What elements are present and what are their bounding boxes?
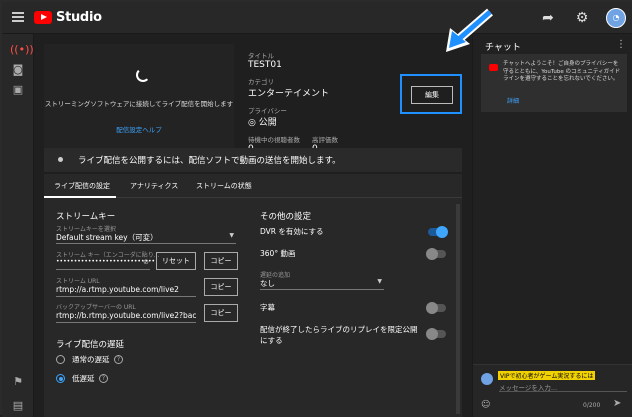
top-actions: ➦ ⚙ ◔ (538, 8, 626, 28)
waiting-viewers-label: 待機中の視聴者数 (248, 136, 300, 144)
youtube-logo-icon (489, 64, 498, 71)
stream-setup-help-link[interactable]: 配信設定ヘルプ (44, 124, 234, 134)
tab-stream-settings[interactable]: ライブ配信の設定 (54, 181, 110, 191)
chat-input-area: VIPで初心者がゲーム実況するには メッセージを入力... ☺ 0/200 ➤ (473, 364, 632, 417)
chat-char-count: 0/200 (583, 402, 601, 409)
youtube-logo-icon (34, 11, 52, 24)
left-rail: ((•)) ◙ ▣ ⚑ ▤ (2, 34, 34, 417)
copy-url-button[interactable]: コピー (204, 278, 238, 296)
tab-analytics[interactable]: アナリティクス (130, 181, 178, 191)
help-circle-icon[interactable]: ? (114, 355, 123, 364)
vr360-toggle[interactable] (426, 248, 446, 260)
notice-text: ライブ配信を公開するには、配信ソフトで動画の送信を開始します。 (78, 156, 341, 166)
feedback-icon[interactable]: ⚑ (10, 374, 26, 390)
active-tab-underline (44, 196, 116, 198)
preview-message: ストリーミングソフトウェアに接続してライブ配信を開始します (44, 100, 234, 108)
backup-url-field[interactable]: rtmp://b.rtmp.youtube.com/live2?backup=1 (56, 311, 196, 323)
app-frame: Studio ➦ ⚙ ◔ ((•)) ◙ ▣ ⚑ ▤ ストリーミングソフトウェア… (0, 0, 632, 417)
dropdown-arrow-icon: ▼ (229, 232, 234, 239)
vr360-label: 360° 動画 (260, 249, 296, 258)
tab-stream-health[interactable]: ストリームの状態 (196, 181, 252, 191)
tab-bar: ライブ配信の設定 アナリティクス ストリームの状態 (44, 174, 462, 198)
captions-toggle[interactable] (426, 302, 446, 314)
stream-url-label: ストリーム URL (56, 278, 100, 285)
stream-url-field[interactable]: rtmp://a.rtmp.youtube.com/live2 (56, 285, 196, 297)
replay-unlisted-label: 配信が終了したらライブのリプレイを限定公開にする (260, 325, 418, 345)
more-options-icon[interactable]: ⋮ (616, 39, 626, 50)
chat-title: チャット (485, 43, 521, 53)
publish-notice: ライブ配信を公開するには、配信ソフトで動画の送信を開始します。 (44, 148, 462, 172)
live-stream-icon[interactable]: ((•)) (10, 42, 34, 58)
chat-details-link[interactable]: 詳細 (507, 96, 519, 105)
calendar-icon[interactable]: ▣ (10, 82, 26, 98)
main-content: ストリーミングソフトウェアに接続してライブ配信を開始します 配信設定ヘルプ タイ… (34, 34, 472, 417)
latency-low-label: 低遅延 (72, 374, 95, 383)
help-circle-icon[interactable]: ? (99, 374, 108, 383)
dropdown-arrow-icon: ▼ (377, 278, 382, 285)
privacy-value: ◎ 公開 (248, 118, 277, 128)
loading-spinner-icon (136, 68, 150, 82)
copy-key-button[interactable]: コピー (204, 252, 238, 270)
dvr-label: DVR を有効にする (260, 227, 324, 236)
globe-icon: ◎ (248, 118, 259, 128)
panel-scrollbar[interactable] (456, 204, 460, 414)
stream-key-select[interactable]: Default stream key（可変） ▼ (56, 232, 236, 244)
studio-label: Studio (56, 10, 102, 25)
top-bar: Studio ➦ ⚙ ◔ (2, 2, 632, 34)
emoji-icon[interactable]: ☺ (481, 400, 490, 410)
captions-label: 字幕 (260, 303, 275, 312)
stream-key-field[interactable]: •••••••••••••••••••••••••••• ⊘ (56, 258, 155, 270)
camera-icon[interactable]: ◙ (10, 62, 26, 78)
chat-user-name: VIPで初心者がゲーム実況するには (498, 371, 596, 380)
latency-normal-label: 通常の遅延 (72, 355, 110, 364)
settings-panel: ライブ配信の設定 アナリティクス ストリームの状態 ストリームキー ストリームキ… (44, 174, 462, 417)
menu-icon[interactable] (12, 12, 24, 22)
copy-backup-button[interactable]: コピー (204, 304, 238, 322)
notice-dot-icon (58, 157, 63, 162)
account-avatar[interactable]: ◔ (606, 8, 626, 28)
hide-eye-icon[interactable]: ⊘ (143, 258, 149, 266)
latency-low-radio[interactable] (56, 374, 65, 383)
send-icon[interactable]: ➤ (613, 398, 621, 409)
chat-user-avatar (481, 373, 493, 385)
help-icon[interactable]: ▤ (10, 398, 26, 414)
chat-welcome-text: チャットへようこそ！ご自身のプライバシーを守るとともに、YouTube のコミュ… (503, 61, 621, 82)
chat-welcome-card: チャットへようこそ！ご自身のプライバシーを守るとともに、YouTube のコミュ… (481, 54, 627, 112)
share-icon[interactable]: ➦ (538, 8, 558, 28)
other-settings-title: その他の設定 (260, 212, 312, 222)
edit-button[interactable]: 編集 (411, 86, 453, 104)
studio-logo[interactable]: Studio (34, 10, 102, 25)
dvr-toggle[interactable] (428, 226, 448, 238)
likes-label: 高評価数 (312, 136, 338, 144)
chat-panel: チャット ⋮ チャットへようこそ！ご自身のプライバシーを守るとともに、YouTu… (472, 34, 632, 417)
replay-unlisted-toggle[interactable] (426, 328, 446, 340)
title-value: TEST01 (248, 60, 282, 70)
latency-normal-radio[interactable] (56, 355, 65, 364)
edit-highlight: 編集 (400, 74, 462, 114)
chat-input-underline (499, 391, 627, 392)
latency-section-title: ライブ配信の遅延 (56, 340, 125, 350)
backup-url-label: バックアップサーバーの URL (56, 304, 136, 311)
stream-preview: ストリーミングソフトウェアに接続してライブ配信を開始します 配信設定ヘルプ (44, 44, 234, 162)
delay-select[interactable]: なし ▼ (260, 278, 384, 290)
settings-gear-icon[interactable]: ⚙ (572, 8, 592, 28)
stream-key-section-title: ストリームキー (56, 212, 116, 222)
title-label: タイトル (248, 52, 274, 60)
reset-button[interactable]: リセット (156, 252, 196, 270)
